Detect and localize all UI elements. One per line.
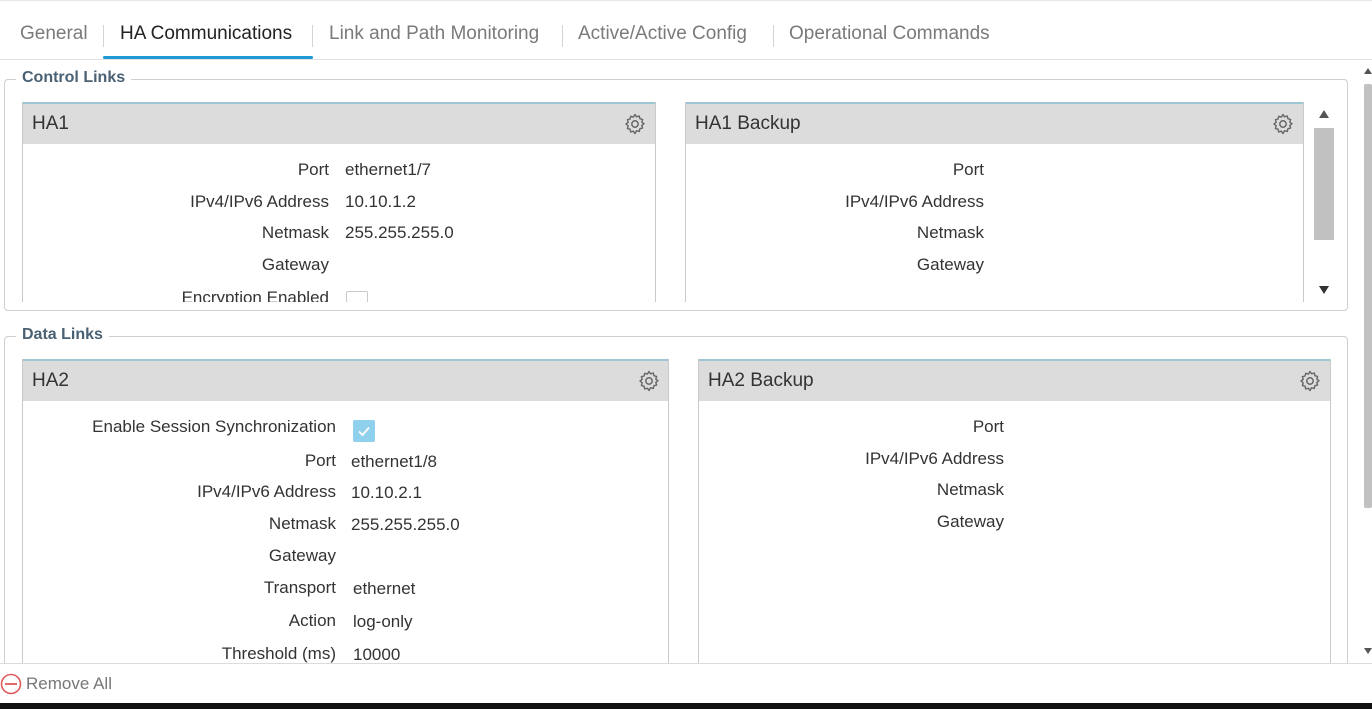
ha1-backup-title: HA1 Backup	[695, 113, 801, 134]
scrollbar-thumb[interactable]	[1314, 128, 1334, 240]
tab-link-path-monitoring[interactable]: Link and Path Monitoring	[329, 23, 539, 45]
tab-bar: General HA Communications Link and Path …	[0, 0, 1372, 60]
netmask-label: Netmask	[916, 223, 984, 242]
netmask-label: Netmask	[936, 480, 1004, 499]
ha2-backup-panel-header: HA2 Backup	[699, 359, 1330, 401]
enable-session-sync-checkbox[interactable]	[353, 420, 375, 442]
tab-ha-communications[interactable]: HA Communications	[120, 23, 292, 45]
active-tab-indicator	[103, 56, 313, 59]
gateway-label: Gateway	[268, 546, 336, 565]
ha1-backup-panel-header: HA1 Backup	[686, 102, 1303, 144]
action-label: Action	[288, 611, 336, 630]
port-label: Port	[304, 451, 336, 470]
encryption-enabled-checkbox[interactable]	[346, 291, 368, 302]
port-value: ethernet1/7	[345, 160, 432, 179]
ha1-title: HA1	[32, 113, 69, 134]
remove-all-button[interactable]: Remove All	[0, 671, 112, 697]
control-links-scrollbar[interactable]	[1313, 104, 1335, 300]
scroll-down-arrow-icon[interactable]	[1364, 648, 1372, 654]
ip-address-value: 10.10.2.1	[351, 483, 422, 502]
port-label: Port	[972, 417, 1004, 436]
remove-all-label: Remove All	[26, 674, 112, 693]
control-links-legend: Control Links	[16, 69, 132, 87]
encryption-enabled-label: Encryption Enabled	[181, 288, 329, 302]
bottom-bar	[0, 703, 1372, 709]
checkmark-icon	[358, 426, 370, 437]
tab-separator	[103, 25, 104, 47]
enable-session-sync-label: Enable Session Synchronization	[92, 417, 336, 436]
page-scrollbar[interactable]	[1362, 62, 1372, 662]
port-label: Port	[297, 160, 329, 179]
ha2-panel: HA2 Enable Session Synchronization Port …	[22, 359, 669, 663]
ip-address-value: 10.10.1.2	[345, 192, 416, 211]
transport-value: ethernet	[353, 579, 416, 598]
tab-active-active-config[interactable]: Active/Active Config	[578, 23, 747, 45]
ip-address-label: IPv4/IPv6 Address	[865, 449, 1004, 468]
port-label: Port	[952, 160, 984, 179]
gear-icon[interactable]	[637, 369, 661, 393]
ha2-panel-header: HA2	[23, 359, 668, 401]
ip-address-label: IPv4/IPv6 Address	[197, 482, 336, 501]
tab-operational-commands[interactable]: Operational Commands	[789, 23, 990, 45]
ha2-backup-title: HA2 Backup	[708, 370, 814, 391]
threshold-label: Threshold (ms)	[221, 644, 336, 663]
gear-icon[interactable]	[1271, 112, 1295, 136]
transport-label: Transport	[263, 578, 336, 597]
ha1-panel: HA1 Port ethernet1/7 IPv4/IPv6 Address 1…	[22, 102, 656, 302]
gear-icon[interactable]	[623, 112, 647, 136]
netmask-value: 255.255.255.0	[345, 223, 454, 242]
netmask-value: 255.255.255.0	[351, 515, 460, 534]
threshold-value: 10000	[353, 645, 401, 663]
tab-general[interactable]: General	[20, 23, 88, 45]
gateway-label: Gateway	[261, 255, 329, 274]
ha1-panel-header: HA1	[23, 102, 655, 144]
ha1-backup-panel: HA1 Backup Port IPv4/IPv6 Address Netmas…	[685, 102, 1304, 302]
footer-toolbar: Remove All	[0, 663, 1372, 703]
tab-separator	[312, 25, 313, 47]
remove-circle-icon	[0, 673, 22, 695]
gear-icon[interactable]	[1298, 369, 1322, 393]
port-value: ethernet1/8	[351, 452, 438, 471]
ha2-title: HA2	[32, 370, 69, 391]
gateway-label: Gateway	[916, 255, 984, 274]
netmask-label: Netmask	[261, 223, 329, 242]
scroll-down-arrow-icon[interactable]	[1319, 286, 1329, 294]
tab-separator	[562, 25, 563, 47]
scroll-up-arrow-icon[interactable]	[1319, 110, 1329, 118]
ha2-backup-panel: HA2 Backup Port IPv4/IPv6 Address Netmas…	[698, 359, 1331, 663]
gateway-label: Gateway	[936, 512, 1004, 531]
ip-address-label: IPv4/IPv6 Address	[845, 192, 984, 211]
data-links-legend: Data Links	[16, 326, 109, 344]
ip-address-label: IPv4/IPv6 Address	[190, 192, 329, 211]
scroll-up-arrow-icon[interactable]	[1364, 68, 1372, 74]
netmask-label: Netmask	[268, 514, 336, 533]
tab-separator	[773, 25, 774, 47]
action-value: log-only	[353, 612, 413, 631]
scrollbar-thumb[interactable]	[1364, 84, 1372, 508]
